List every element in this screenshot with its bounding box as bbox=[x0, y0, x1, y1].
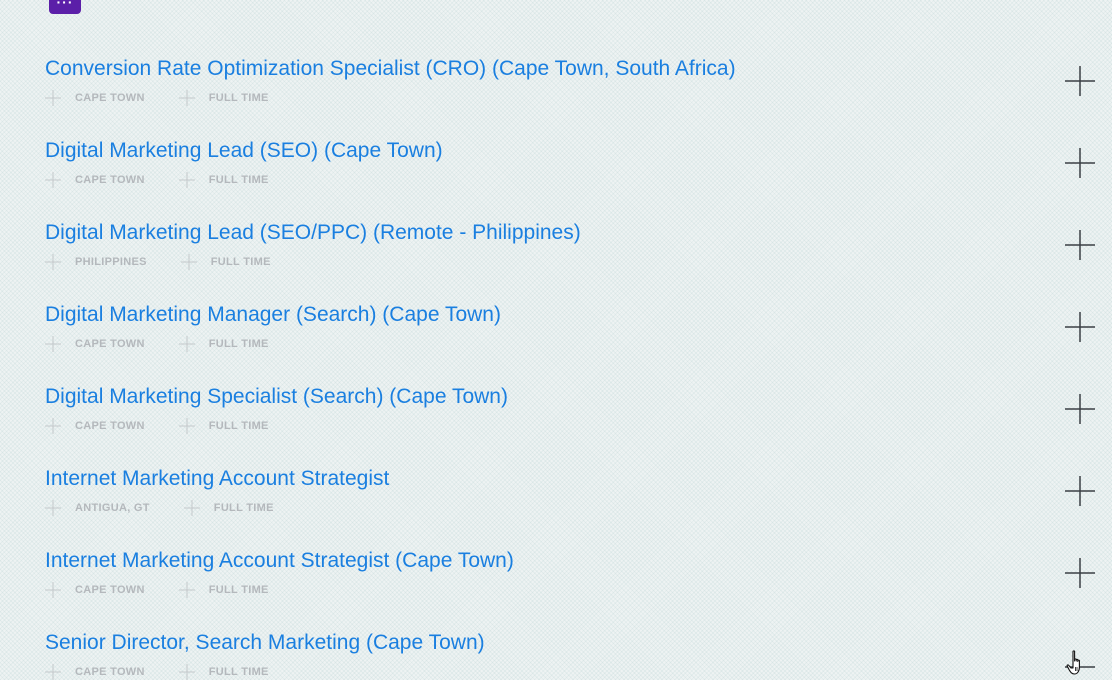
job-location: CAPE TOWN bbox=[45, 336, 145, 352]
job-type: FULL TIME bbox=[178, 664, 269, 680]
job-type-text: FULL TIME bbox=[213, 502, 274, 514]
plus-icon bbox=[178, 90, 195, 106]
job-title-link[interactable]: Internet Marketing Account Strategist bbox=[45, 466, 389, 492]
job-location: ANTIGUA, GT bbox=[45, 500, 150, 516]
expand-toggle-plus-icon[interactable] bbox=[1064, 229, 1096, 261]
expand-toggle-plus-icon[interactable] bbox=[1064, 557, 1096, 589]
job-meta: CAPE TOWN FULL TIME bbox=[45, 172, 303, 188]
job-title-link[interactable]: Internet Marketing Account Strategist (C… bbox=[45, 548, 514, 574]
expand-toggle-plus-icon[interactable] bbox=[1064, 311, 1096, 343]
plus-icon bbox=[183, 500, 200, 516]
job-title-link[interactable]: Senior Director, Search Marketing (Cape … bbox=[45, 630, 485, 656]
job-meta: CAPE TOWN FULL TIME bbox=[45, 418, 303, 434]
hand-cursor-icon bbox=[1066, 650, 1080, 675]
job-type-text: FULL TIME bbox=[208, 338, 269, 350]
job-meta: PHILIPPINES FULL TIME bbox=[45, 254, 305, 270]
job-location-text: ANTIGUA, GT bbox=[75, 502, 150, 514]
plus-icon bbox=[45, 582, 61, 598]
expand-toggle-plus-icon[interactable] bbox=[1064, 147, 1096, 179]
plus-icon bbox=[45, 172, 61, 188]
plus-icon bbox=[45, 90, 61, 106]
plus-icon bbox=[178, 582, 195, 598]
job-type-text: FULL TIME bbox=[208, 584, 269, 596]
job-location-text: CAPE TOWN bbox=[75, 92, 145, 104]
job-title-link[interactable]: Conversion Rate Optimization Specialist … bbox=[45, 56, 736, 82]
job-item: Digital Marketing Specialist (Search) (C… bbox=[0, 384, 1112, 466]
job-type-text: FULL TIME bbox=[208, 92, 269, 104]
plus-icon bbox=[45, 664, 61, 680]
job-type-text: FULL TIME bbox=[208, 174, 269, 186]
plus-icon bbox=[178, 172, 195, 188]
expand-toggle-plus-icon[interactable] bbox=[1064, 393, 1096, 425]
job-item: Internet Marketing Account Strategist AN… bbox=[0, 466, 1112, 548]
plus-icon bbox=[178, 664, 195, 680]
job-type: FULL TIME bbox=[178, 172, 269, 188]
job-meta: CAPE TOWN FULL TIME bbox=[45, 90, 303, 106]
job-meta: ANTIGUA, GT FULL TIME bbox=[45, 500, 308, 516]
plus-icon bbox=[45, 336, 61, 352]
job-location: CAPE TOWN bbox=[45, 582, 145, 598]
job-item: Digital Marketing Lead (SEO) (Cape Town)… bbox=[0, 138, 1112, 220]
job-item: Senior Director, Search Marketing (Cape … bbox=[0, 630, 1112, 680]
job-item: Internet Marketing Account Strategist (C… bbox=[0, 548, 1112, 630]
job-location: PHILIPPINES bbox=[45, 254, 147, 270]
job-location-text: CAPE TOWN bbox=[75, 338, 145, 350]
job-location-text: CAPE TOWN bbox=[75, 584, 145, 596]
job-meta: CAPE TOWN FULL TIME bbox=[45, 582, 303, 598]
job-location-text: PHILIPPINES bbox=[75, 256, 147, 268]
job-item: Digital Marketing Manager (Search) (Cape… bbox=[0, 302, 1112, 384]
job-type: FULL TIME bbox=[178, 418, 269, 434]
job-type-text: FULL TIME bbox=[208, 666, 269, 678]
job-type: FULL TIME bbox=[178, 90, 269, 106]
job-type-text: FULL TIME bbox=[208, 420, 269, 432]
job-location: CAPE TOWN bbox=[45, 418, 145, 434]
job-title-link[interactable]: Digital Marketing Manager (Search) (Cape… bbox=[45, 302, 501, 328]
plus-icon bbox=[45, 254, 61, 270]
plus-icon bbox=[178, 418, 195, 434]
job-type-text: FULL TIME bbox=[210, 256, 271, 268]
job-item: Digital Marketing Lead (SEO/PPC) (Remote… bbox=[0, 220, 1112, 302]
job-title-link[interactable]: Digital Marketing Specialist (Search) (C… bbox=[45, 384, 508, 410]
plus-icon bbox=[45, 418, 61, 434]
job-location-text: CAPE TOWN bbox=[75, 666, 145, 678]
job-type: FULL TIME bbox=[180, 254, 271, 270]
job-location: CAPE TOWN bbox=[45, 90, 145, 106]
job-location-text: CAPE TOWN bbox=[75, 420, 145, 432]
expand-toggle-plus-icon[interactable] bbox=[1064, 475, 1096, 507]
job-item: Conversion Rate Optimization Specialist … bbox=[0, 56, 1112, 138]
job-type: FULL TIME bbox=[178, 582, 269, 598]
job-meta: CAPE TOWN FULL TIME bbox=[45, 664, 303, 680]
job-meta: CAPE TOWN FULL TIME bbox=[45, 336, 303, 352]
menu-button[interactable]: ··· bbox=[49, 0, 81, 14]
job-title-link[interactable]: Digital Marketing Lead (SEO) (Cape Town) bbox=[45, 138, 443, 164]
job-location: CAPE TOWN bbox=[45, 172, 145, 188]
job-type: FULL TIME bbox=[183, 500, 274, 516]
job-location-text: CAPE TOWN bbox=[75, 174, 145, 186]
plus-icon bbox=[45, 500, 61, 516]
job-title-link[interactable]: Digital Marketing Lead (SEO/PPC) (Remote… bbox=[45, 220, 581, 246]
expand-toggle-plus-icon[interactable] bbox=[1064, 65, 1096, 97]
job-type: FULL TIME bbox=[178, 336, 269, 352]
plus-icon bbox=[180, 254, 197, 270]
job-location: CAPE TOWN bbox=[45, 664, 145, 680]
plus-icon bbox=[178, 336, 195, 352]
